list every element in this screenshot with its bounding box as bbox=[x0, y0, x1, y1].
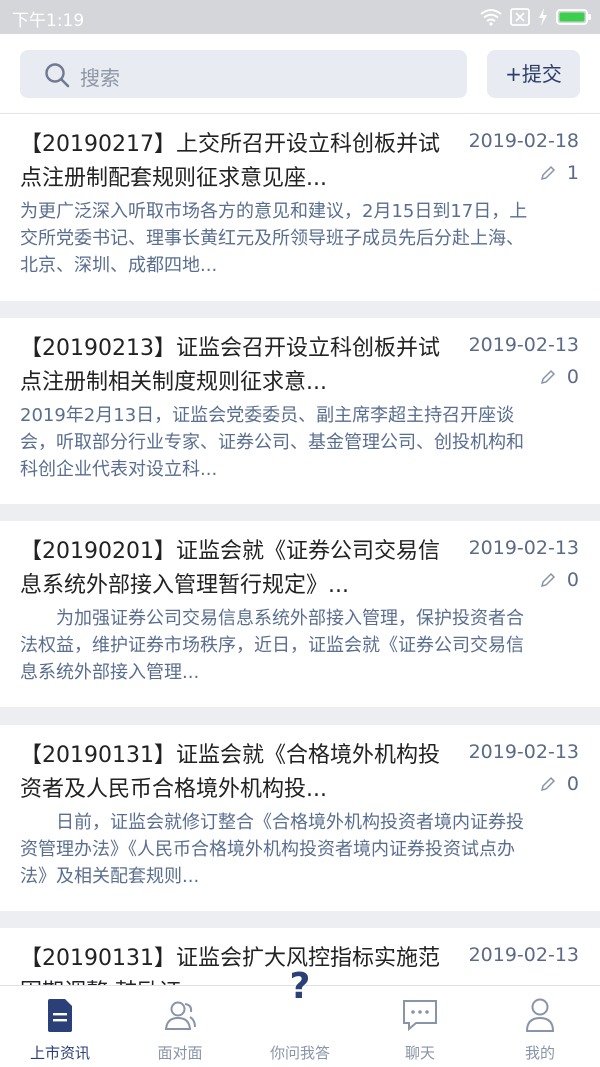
no-sim-icon bbox=[510, 8, 530, 26]
comment-count-value: 0 bbox=[566, 773, 579, 795]
user-icon bbox=[525, 998, 555, 1032]
chat-icon bbox=[403, 1000, 437, 1032]
top-bar: 搜索 +提交 bbox=[0, 34, 600, 114]
tab-label: 聊天 bbox=[404, 1044, 435, 1062]
tab-me[interactable]: 我的 bbox=[480, 986, 600, 1067]
tab-label: 上市资讯 bbox=[29, 1044, 90, 1062]
comment-count: 0 bbox=[539, 366, 579, 388]
people-icon bbox=[164, 1001, 196, 1030]
tab-label: 面对面 bbox=[157, 1044, 203, 1062]
tab-face-to-face[interactable]: 面对面 bbox=[120, 986, 240, 1067]
pencil-icon bbox=[540, 369, 555, 385]
comment-count: 0 bbox=[539, 773, 579, 795]
question-icon[interactable]: ? bbox=[283, 966, 317, 1010]
pencil-icon bbox=[540, 165, 555, 181]
article-date: 2019-02-18 bbox=[468, 130, 579, 152]
comment-count-value: 1 bbox=[566, 162, 579, 184]
comment-count: 0 bbox=[539, 569, 579, 591]
tab-chat[interactable]: 聊天 bbox=[360, 986, 480, 1067]
article-date: 2019-02-13 bbox=[468, 944, 579, 966]
article-card[interactable]: 【20190201】证监会就《证券公司交易信息系统外部接入管理暂行规定》... … bbox=[0, 521, 600, 707]
wifi-icon bbox=[480, 9, 502, 26]
article-date: 2019-02-13 bbox=[468, 741, 579, 763]
article-summary: 2019年2月13日，证监会党委委员、副主席李超主持召开座谈会，听取部分行业专家… bbox=[20, 405, 524, 480]
article-date: 2019-02-13 bbox=[468, 537, 579, 559]
article-title: 【20190217】上交所召开设立科创板并试点注册制配套规则征求意见座... bbox=[20, 132, 440, 191]
search-input[interactable]: 搜索 bbox=[20, 50, 467, 98]
comment-count-value: 0 bbox=[566, 569, 579, 591]
article-summary: 为加强证券公司交易信息系统外部接入管理，保护投资者合法权益，维护证券市场秩序，近… bbox=[20, 608, 524, 683]
search-placeholder: 搜索 bbox=[80, 66, 120, 90]
document-icon bbox=[48, 999, 72, 1032]
status-time: 下午1:19 bbox=[12, 11, 85, 31]
article-card[interactable]: 【20190213】证监会召开设立科创板并试点注册制相关制度规则征求意... 2… bbox=[0, 318, 600, 504]
tab-label: 你问我答 bbox=[269, 1044, 330, 1062]
article-title: 【20190201】证监会就《证券公司交易信息系统外部接入管理暂行规定》... bbox=[20, 539, 440, 598]
search-icon bbox=[45, 63, 70, 88]
tab-label: 我的 bbox=[524, 1044, 555, 1062]
article-card[interactable]: 【20190217】上交所召开设立科创板并试点注册制配套规则征求意见座... 2… bbox=[0, 114, 600, 301]
pencil-icon bbox=[540, 776, 555, 792]
charging-icon bbox=[539, 8, 547, 26]
article-title: 【20190213】证监会召开设立科创板并试点注册制相关制度规则征求意... bbox=[20, 336, 440, 395]
tab-news[interactable]: 上市资讯 bbox=[0, 986, 120, 1067]
article-summary: 日前，证监会就修订整合《合格境外机构投资者境内证券投资管理办法》《人民币合格境外… bbox=[20, 812, 524, 887]
article-card[interactable]: 【20190131】证监会就《合格境外机构投资者及人民币合格境外机构投... 2… bbox=[0, 725, 600, 911]
article-date: 2019-02-13 bbox=[468, 334, 579, 356]
pencil-icon bbox=[540, 572, 555, 588]
comment-count-value: 0 bbox=[566, 366, 579, 388]
submit-button[interactable]: +提交 bbox=[487, 50, 580, 98]
battery-icon bbox=[556, 9, 591, 25]
article-title: 【20190131】证监会就《合格境外机构投资者及人民币合格境外机构投... bbox=[20, 743, 440, 802]
status-bar: 下午1:19 bbox=[0, 0, 600, 34]
article-title: 【20190131】证监会扩大风控指标实施范围期调整 鼓励证... bbox=[20, 946, 440, 988]
comment-count: 1 bbox=[539, 162, 579, 184]
status-icons bbox=[480, 7, 592, 27]
article-summary: 为更广泛深入听取市场各方的意见和建议，2月15日到17日，上交所党委书记、理事长… bbox=[20, 201, 528, 276]
